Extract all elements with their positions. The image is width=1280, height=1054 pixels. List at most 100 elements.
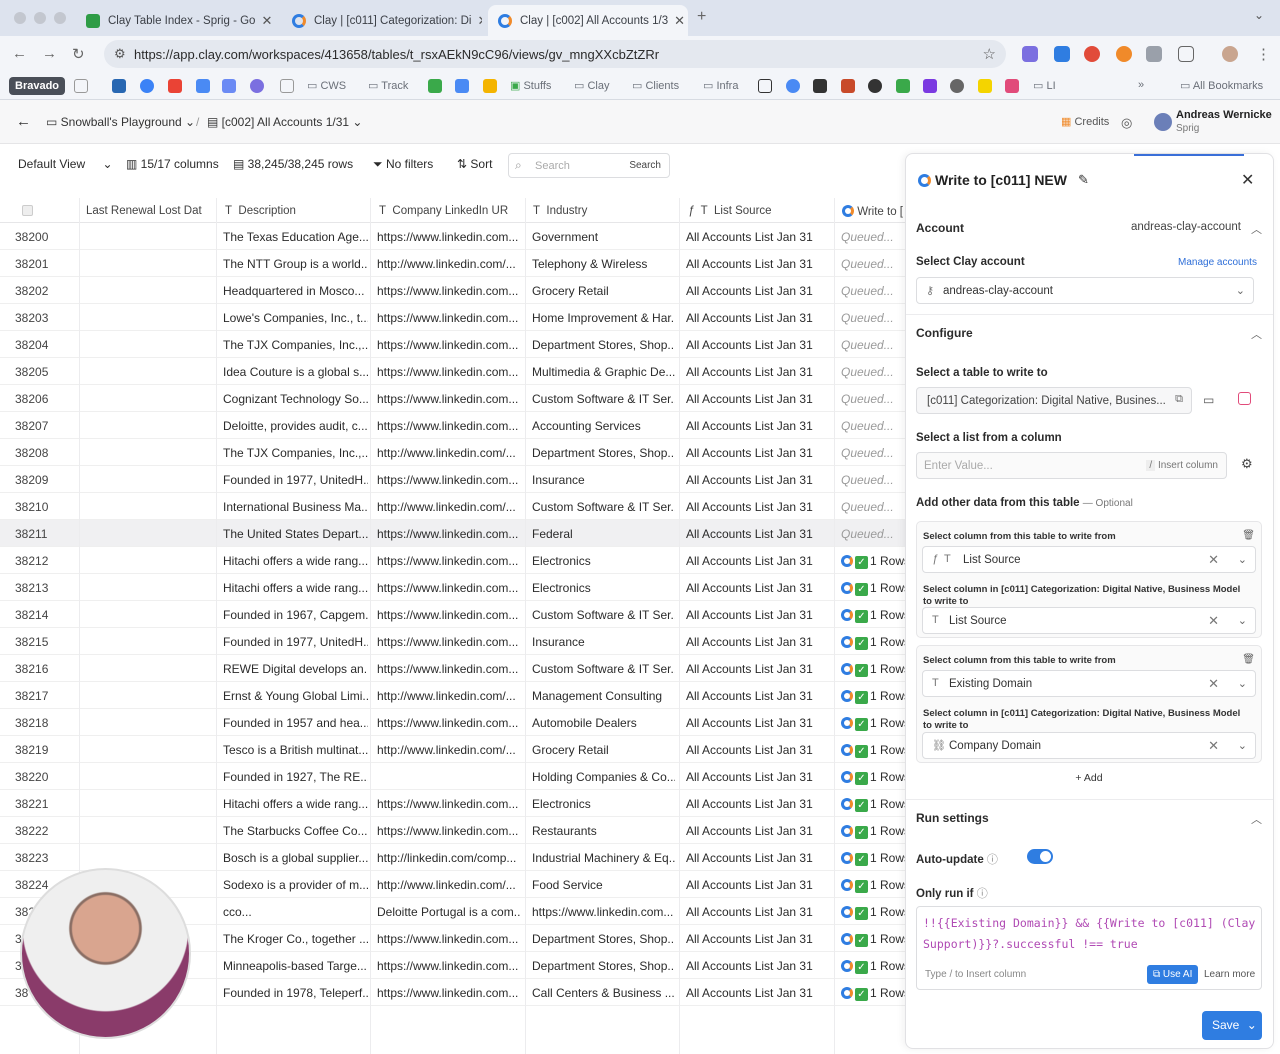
cell-li[interactable]: https://www.linkedin.com... — [377, 419, 520, 433]
filters-button[interactable]: ⏷ No filters — [373, 157, 433, 172]
bookmark-icon[interactable] — [1005, 79, 1019, 93]
cell-ls[interactable]: All Accounts List Jan 31 — [686, 473, 831, 487]
cell-ls[interactable]: All Accounts List Jan 31 — [686, 797, 831, 811]
browser-tab-3[interactable]: Clay | [c002] All Accounts 1/3 ✕ — [488, 5, 688, 36]
reload-icon[interactable]: ↻ — [72, 45, 85, 63]
cell-num[interactable]: 38221 — [15, 797, 75, 811]
cell-write-status[interactable]: Queued... — [841, 446, 905, 460]
sort-button[interactable]: ⇅ Sort — [457, 157, 492, 171]
cell-desc[interactable]: Minneapolis-based Targe... — [223, 959, 368, 973]
edit-pencil-icon[interactable]: ✎ — [1078, 172, 1089, 188]
cell-write-status[interactable]: Queued... — [841, 392, 905, 406]
cell-num[interactable]: 38209 — [15, 473, 75, 487]
close-tab-icon[interactable]: ✕ — [255, 13, 272, 29]
cell-ind[interactable]: Electronics — [532, 581, 675, 595]
search-button[interactable]: Search — [629, 160, 661, 171]
cell-li[interactable]: https://www.linkedin.com... — [377, 365, 520, 379]
cell-li[interactable]: http://www.linkedin.com/... — [377, 500, 520, 514]
close-tab-icon[interactable]: ✕ — [471, 13, 482, 29]
cell-ls[interactable]: All Accounts List Jan 31 — [686, 257, 831, 271]
bookmark-stuffs[interactable]: ▣ Stuffs — [510, 79, 551, 92]
cell-num[interactable]: 38220 — [15, 770, 75, 784]
col-header-last-renewal[interactable]: Last Renewal Lost Dat — [86, 205, 202, 217]
cell-ls[interactable]: All Accounts List Jan 31 — [686, 446, 831, 460]
browser-tab-2[interactable]: Clay | [c011] Categorization: Di✕ — [282, 5, 482, 36]
cell-ls[interactable]: All Accounts List Jan 31 — [686, 716, 831, 730]
bookmark-icon[interactable] — [250, 79, 264, 93]
table-row[interactable]: 38209 Founded in 1977, UnitedH... https://… — [0, 466, 905, 493]
cell-ls[interactable]: All Accounts List Jan 31 — [686, 554, 831, 568]
cell-ls[interactable]: All Accounts List Jan 31 — [686, 365, 831, 379]
cell-write-status[interactable]: ✓1 Rows — [841, 554, 905, 569]
map-from-select[interactable]: T Existing Domain ✕ ⌄ — [922, 670, 1256, 697]
cell-write-status[interactable]: Queued... — [841, 473, 905, 487]
bookmark-icon[interactable] — [978, 79, 992, 93]
columns-button[interactable]: ▥ 15/17 columns — [126, 157, 219, 171]
cell-ind[interactable]: Call Centers & Business ... — [532, 986, 675, 1000]
cell-write-status[interactable]: Queued... — [841, 257, 905, 271]
cell-li[interactable]: https://www.linkedin.com... — [377, 716, 520, 730]
cell-num[interactable]: 38211 — [15, 527, 75, 541]
cell-num[interactable]: 38205 — [15, 365, 75, 379]
drive-icon[interactable] — [483, 79, 497, 93]
bookmark-folder-cws[interactable]: ▭ CWS — [307, 79, 346, 92]
clear-table-icon[interactable] — [1238, 392, 1251, 405]
menu-dots-icon[interactable]: ⋮ — [1256, 45, 1271, 63]
cell-li[interactable]: Deloitte Portugal is a com... — [377, 905, 520, 919]
cell-num[interactable]: 38208 — [15, 446, 75, 460]
tab-list-chevron-icon[interactable]: ⌄ — [1254, 8, 1264, 22]
chevron-up-icon[interactable]: ︿ — [1251, 326, 1262, 342]
cell-desc[interactable]: The TJX Companies, Inc.,... — [223, 338, 368, 352]
extension-icon[interactable] — [1022, 46, 1038, 62]
cell-num[interactable]: 38210 — [15, 500, 75, 514]
cell-li[interactable]: https://www.linkedin.com... — [377, 311, 520, 325]
bookmark-icon[interactable] — [813, 79, 827, 93]
cell-ls[interactable]: All Accounts List Jan 31 — [686, 392, 831, 406]
trash-icon[interactable]: 🗑 — [1242, 530, 1255, 541]
extension-icon[interactable] — [1054, 46, 1070, 62]
cell-num[interactable]: 38203 — [15, 311, 75, 325]
forward-icon[interactable]: → — [42, 45, 57, 62]
bookmark-icon[interactable] — [950, 79, 964, 93]
cell-num[interactable]: 38214 — [15, 608, 75, 622]
breadcrumb-table[interactable]: ▤ [c002] All Accounts 1/31 ⌄ — [207, 115, 362, 129]
cell-ls[interactable]: All Accounts List Jan 31 — [686, 932, 831, 946]
auto-update-toggle[interactable] — [1027, 849, 1053, 864]
clear-icon[interactable]: ✕ — [1208, 613, 1219, 629]
cell-ls[interactable]: All Accounts List Jan 31 — [686, 500, 831, 514]
bookmark-icon[interactable] — [140, 79, 154, 93]
table-row[interactable]: 38207 Deloitte, provides audit, c... https… — [0, 412, 905, 439]
bookmark-star-icon[interactable]: ☆ — [983, 45, 996, 63]
cell-ls[interactable]: All Accounts List Jan 31 — [686, 878, 831, 892]
cell-desc[interactable]: Hitachi offers a wide rang... — [223, 581, 368, 595]
list-column-input[interactable]: Enter Value... / Insert column — [916, 452, 1227, 479]
cell-ls[interactable]: All Accounts List Jan 31 — [686, 986, 831, 1000]
credits-button[interactable]: ▦ Credits — [1061, 115, 1109, 128]
run-condition-editor[interactable]: !!{{Existing Domain}} && {{Write to [c01… — [916, 906, 1262, 990]
cell-desc[interactable]: The NTT Group is a world... — [223, 257, 368, 271]
cell-desc[interactable]: Idea Couture is a global s... — [223, 365, 368, 379]
cell-write-status[interactable]: Queued... — [841, 338, 905, 352]
cell-ind[interactable]: Electronics — [532, 554, 675, 568]
search-input[interactable]: ⌕ Search Search — [508, 153, 670, 178]
col-header-industry[interactable]: T Industry — [533, 205, 587, 217]
cell-desc[interactable]: Founded in 1977, UnitedH... — [223, 635, 368, 649]
cell-desc[interactable]: Hitachi offers a wide rang... — [223, 554, 368, 568]
cell-desc[interactable]: Headquartered in Mosco... — [223, 284, 368, 298]
cell-desc[interactable]: The TJX Companies, Inc.,... — [223, 446, 368, 460]
col-header-list-source[interactable]: ƒ T List Source — [688, 205, 772, 217]
cell-num[interactable]: 38207 — [15, 419, 75, 433]
account-select[interactable]: ⚷ andreas-clay-account ⌄ — [916, 277, 1254, 304]
cell-ls[interactable]: All Accounts List Jan 31 — [686, 527, 831, 541]
cell-desc[interactable]: Founded in 1978, Teleperf... — [223, 986, 368, 1000]
cell-desc[interactable]: Deloitte, provides audit, c... — [223, 419, 368, 433]
cell-num[interactable]: 38217 — [15, 689, 75, 703]
cell-li[interactable]: https://www.linkedin.com... — [377, 608, 520, 622]
cell-ind[interactable]: Insurance — [532, 635, 675, 649]
run-settings-section-title[interactable]: Run settings — [916, 811, 989, 825]
external-link-icon[interactable]: ⧉ — [1175, 393, 1183, 406]
docs-icon[interactable] — [455, 79, 469, 93]
cell-num[interactable]: 38202 — [15, 284, 75, 298]
cell-write-status[interactable]: ✓1 Rows — [841, 608, 905, 623]
cell-ind[interactable]: Multimedia & Graphic De... — [532, 365, 675, 379]
